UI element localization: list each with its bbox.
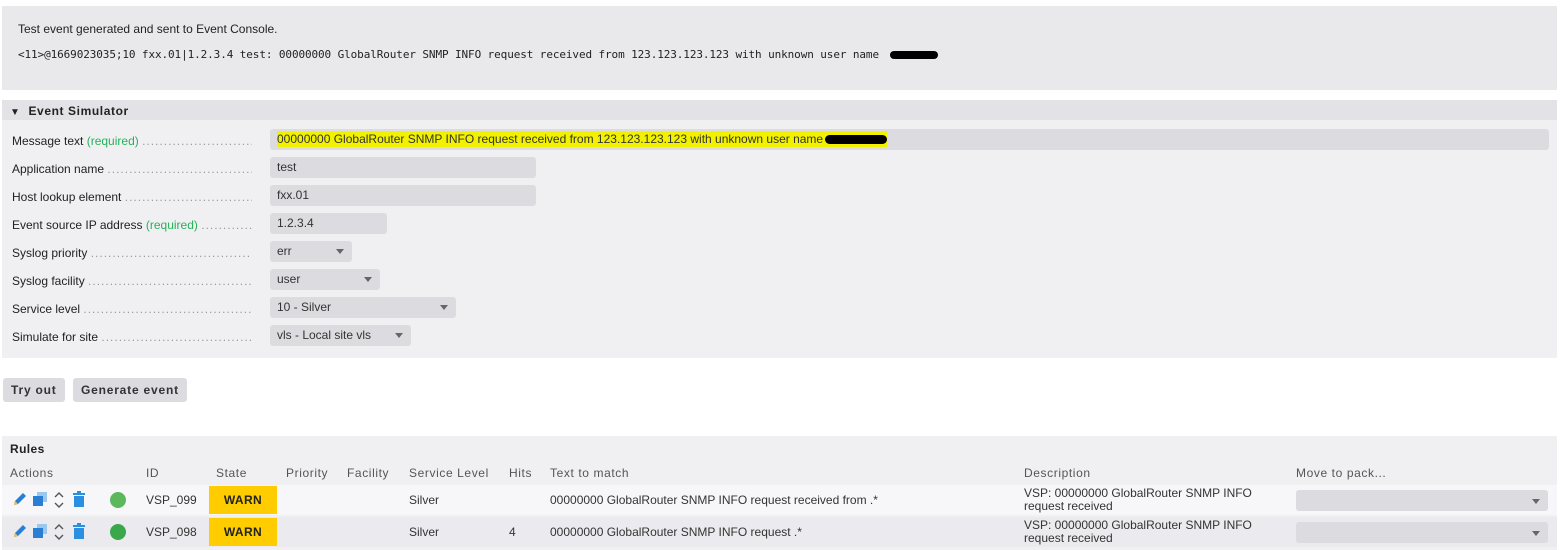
rule-id[interactable]: VSP_099 [146,493,197,507]
message-text-label: Message text [12,134,84,148]
column-header-id: ID [146,466,160,480]
column-header-text-to-match: Text to match [550,466,630,480]
application-name-input[interactable]: test [270,157,536,178]
column-header-move-to-pack: Move to pack... [1296,466,1387,480]
edit-pencil-icon[interactable] [12,523,28,539]
result-message-title: Test event generated and sent to Event C… [18,22,278,36]
application-name-label: Application name [12,162,105,176]
rules-title: Rules [10,442,45,456]
syslog-facility-select[interactable]: user [270,269,380,290]
table-row: VSP_098 WARN Silver 4 00000000 GlobalRou… [2,517,1557,547]
event-simulator-panel: ▼ Event Simulator Message text (required… [2,100,1557,358]
text-to-match-cell: 00000000 GlobalRouter SNMP INFO request … [550,525,802,539]
raw-event-line: <11>@1669023035;10 fxx.01|1.2.3.4 test: … [18,48,938,61]
state-badge: WARN [209,486,277,514]
clone-icon[interactable] [32,491,48,507]
table-row: VSP_099 WARN Silver 00000000 GlobalRoute… [2,485,1557,515]
description-cell: VSP: 00000000 GlobalRouter SNMP INFO req… [1024,486,1252,513]
try-out-button[interactable]: Try out [3,378,65,402]
trash-icon[interactable] [72,491,86,507]
application-name-row: Application name .......................… [12,157,1552,179]
syslog-facility-row: Syslog facility ........................… [12,269,1552,291]
sort-updown-icon[interactable] [54,491,64,509]
column-header-description: Description [1024,466,1091,480]
site-select[interactable]: vls - Local site vls [270,325,411,346]
chevron-down-icon [1532,499,1540,504]
service-level-label: Service level [12,302,81,316]
rules-panel: Rules Actions ID State Priority Facility… [2,436,1557,550]
result-message-box: Test event generated and sent to Event C… [2,6,1557,90]
column-header-hits: Hits [509,466,533,480]
source-ip-row: Event source IP address (required) .....… [12,213,1552,235]
trash-icon[interactable] [72,523,86,539]
host-lookup-label: Host lookup element [12,190,122,204]
service-level-cell: Silver [409,525,440,539]
clone-icon[interactable] [32,523,48,539]
host-lookup-input[interactable]: fxx.01 [270,185,536,206]
row-actions [12,523,92,541]
event-simulator-title: Event Simulator [28,104,129,118]
chevron-down-icon [1532,531,1540,536]
column-header-state: State [216,466,248,480]
column-header-priority: Priority [286,466,329,480]
column-header-actions: Actions [10,466,54,480]
service-level-cell: Silver [409,493,440,507]
syslog-facility-label: Syslog facility [12,274,85,288]
rule-status-dot [110,524,126,540]
message-text-input[interactable]: 00000000 GlobalRouter SNMP INFO request … [270,129,1549,150]
source-ip-input[interactable]: 1.2.3.4 [270,213,387,234]
move-to-pack-select[interactable] [1296,522,1548,543]
syslog-priority-select[interactable]: err [270,241,352,262]
site-row: Simulate for site ......................… [12,325,1552,347]
service-level-row: Service level ..........................… [12,297,1552,319]
redacted-user-name [825,135,888,145]
host-lookup-row: Host lookup element ....................… [12,185,1552,207]
syslog-priority-row: Syslog priority ........................… [12,241,1552,263]
required-tag: (required) [86,134,139,148]
service-level-select[interactable]: 10 - Silver [270,297,456,318]
required-tag: (required) [145,218,198,232]
collapse-triangle-icon[interactable]: ▼ [10,107,21,118]
chevron-down-icon [336,249,344,254]
chevron-down-icon [395,333,403,338]
sort-updown-icon[interactable] [54,523,64,541]
column-header-service-level: Service Level [409,466,489,480]
redacted-user-name [889,51,938,59]
edit-pencil-icon[interactable] [12,491,28,507]
rule-id[interactable]: VSP_098 [146,525,197,539]
event-simulator-header[interactable]: ▼ Event Simulator [2,100,1557,120]
raw-event-text: <11>@1669023035;10 fxx.01|1.2.3.4 test: … [18,48,879,61]
column-header-facility: Facility [347,466,390,480]
syslog-priority-label: Syslog priority [12,246,88,260]
description-cell: VSP: 00000000 GlobalRouter SNMP INFO req… [1024,518,1252,545]
site-label: Simulate for site [12,330,99,344]
state-badge: WARN [209,518,277,546]
chevron-down-icon [440,305,448,310]
source-ip-label: Event source IP address [12,218,143,232]
row-actions [12,491,92,509]
move-to-pack-select[interactable] [1296,490,1548,511]
highlighted-message-text: 00000000 GlobalRouter SNMP INFO request … [277,131,888,147]
hits-cell: 4 [509,525,516,539]
chevron-down-icon [364,277,372,282]
generate-event-button[interactable]: Generate event [73,378,187,402]
message-text-row: Message text (required) ................… [12,129,1552,151]
rule-status-dot [110,492,126,508]
text-to-match-cell: 00000000 GlobalRouter SNMP INFO request … [550,493,878,507]
